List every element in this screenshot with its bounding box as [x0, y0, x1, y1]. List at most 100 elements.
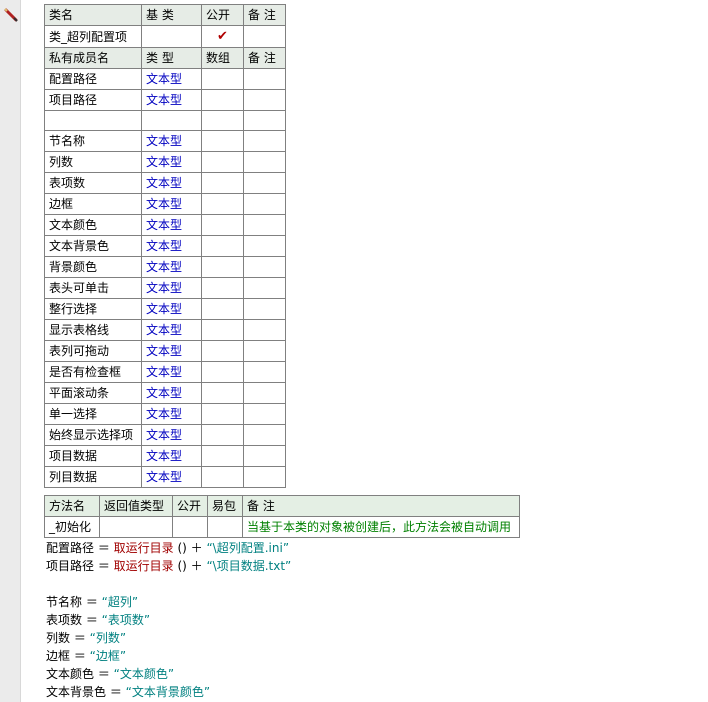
- member-note-cell[interactable]: [243, 403, 286, 425]
- code-line[interactable]: 文本背景色 ＝ “文本背景颜色”: [46, 683, 291, 701]
- member-array-cell[interactable]: [201, 424, 244, 446]
- member-name-cell[interactable]: 文本背景色: [44, 235, 142, 257]
- member-note-cell[interactable]: [243, 89, 286, 111]
- member-type-cell[interactable]: 文本型: [141, 340, 202, 362]
- member-array-cell[interactable]: [201, 193, 244, 215]
- member-note-cell[interactable]: [243, 172, 286, 194]
- member-type-cell[interactable]: 文本型: [141, 68, 202, 90]
- member-array-cell[interactable]: [201, 235, 244, 257]
- member-note-cell[interactable]: [243, 193, 286, 215]
- member-array-cell[interactable]: [201, 319, 244, 341]
- member-array-cell[interactable]: [201, 256, 244, 278]
- member-note-cell[interactable]: [243, 68, 286, 90]
- member-array-cell[interactable]: [201, 382, 244, 404]
- member-name-cell[interactable]: 列数: [44, 151, 142, 173]
- member-array-cell[interactable]: [201, 445, 244, 467]
- member-note-cell[interactable]: [243, 319, 286, 341]
- member-note-cell[interactable]: [243, 130, 286, 152]
- code-line[interactable]: 节名称 ＝ “超列”: [46, 593, 291, 611]
- member-array-cell[interactable]: [201, 298, 244, 320]
- member-array-cell[interactable]: [201, 151, 244, 173]
- member-array-cell[interactable]: [201, 68, 244, 90]
- member-type-cell[interactable]: 文本型: [141, 172, 202, 194]
- method-easy-pkg-cell[interactable]: [207, 516, 243, 538]
- member-name-cell[interactable]: 整行选择: [44, 298, 142, 320]
- member-array-cell[interactable]: [201, 361, 244, 383]
- method-return-cell[interactable]: [99, 516, 173, 538]
- member-type-cell[interactable]: 文本型: [141, 403, 202, 425]
- member-note-cell[interactable]: [243, 445, 286, 467]
- member-type-cell[interactable]: 文本型: [141, 256, 202, 278]
- member-note-cell[interactable]: [243, 256, 286, 278]
- member-name-cell[interactable]: [44, 110, 142, 131]
- method-name-cell[interactable]: _初始化: [44, 516, 100, 538]
- code-line[interactable]: 表项数 ＝ “表项数”: [46, 611, 291, 629]
- member-type-cell[interactable]: 文本型: [141, 445, 202, 467]
- member-note-cell[interactable]: [243, 235, 286, 257]
- class-name-cell[interactable]: 类_超列配置项: [44, 25, 142, 48]
- member-type-cell[interactable]: 文本型: [141, 193, 202, 215]
- member-name-cell[interactable]: 列目数据: [44, 466, 142, 488]
- member-array-cell[interactable]: [201, 403, 244, 425]
- member-name-cell[interactable]: 配置路径: [44, 68, 142, 90]
- member-name-cell[interactable]: 平面滚动条: [44, 382, 142, 404]
- member-note-cell[interactable]: [243, 214, 286, 236]
- member-type-cell[interactable]: 文本型: [141, 466, 202, 488]
- member-type-cell[interactable]: 文本型: [141, 277, 202, 299]
- member-row: 是否有检查框 文本型: [44, 361, 286, 383]
- method-note-cell[interactable]: 当基于本类的对象被创建后，此方法会被自动调用: [242, 516, 520, 538]
- member-name-cell[interactable]: 单一选择: [44, 403, 142, 425]
- member-note-cell[interactable]: [243, 340, 286, 362]
- member-name-cell[interactable]: 背景颜色: [44, 256, 142, 278]
- base-class-cell[interactable]: [141, 25, 202, 48]
- member-name-cell[interactable]: 项目数据: [44, 445, 142, 467]
- member-name-cell[interactable]: 节名称: [44, 130, 142, 152]
- member-type-cell[interactable]: 文本型: [141, 130, 202, 152]
- member-type-cell[interactable]: 文本型: [141, 151, 202, 173]
- member-type-cell[interactable]: 文本型: [141, 319, 202, 341]
- member-type-cell[interactable]: 文本型: [141, 235, 202, 257]
- member-array-cell[interactable]: [201, 172, 244, 194]
- member-array-cell[interactable]: [201, 214, 244, 236]
- code-line[interactable]: 列数 ＝ “列数”: [46, 629, 291, 647]
- member-type-cell[interactable]: 文本型: [141, 214, 202, 236]
- member-name-cell[interactable]: 始终显示选择项: [44, 424, 142, 446]
- method-public-cell[interactable]: [172, 516, 208, 538]
- member-note-cell[interactable]: [243, 298, 286, 320]
- code-line[interactable]: 配置路径 ＝ 取运行目录 () ＋ “\超列配置.ini”: [46, 539, 291, 557]
- member-name-cell[interactable]: 项目路径: [44, 89, 142, 111]
- member-type-cell[interactable]: 文本型: [141, 89, 202, 111]
- public-checkbox-cell[interactable]: ✔: [201, 25, 244, 48]
- member-note-cell[interactable]: [243, 424, 286, 446]
- code-line[interactable]: 文本颜色 ＝ “文本颜色”: [46, 665, 291, 683]
- member-name-cell[interactable]: 表列可拖动: [44, 340, 142, 362]
- member-type-cell[interactable]: 文本型: [141, 298, 202, 320]
- member-note-cell[interactable]: [243, 151, 286, 173]
- member-note-cell[interactable]: [243, 382, 286, 404]
- member-array-cell[interactable]: [201, 110, 244, 131]
- member-name-cell[interactable]: 边框: [44, 193, 142, 215]
- member-note-cell[interactable]: [243, 277, 286, 299]
- member-type-cell[interactable]: 文本型: [141, 382, 202, 404]
- member-note-cell[interactable]: [243, 466, 286, 488]
- member-type-cell[interactable]: [141, 110, 202, 131]
- member-name-cell[interactable]: 显示表格线: [44, 319, 142, 341]
- member-name-cell[interactable]: 是否有检查框: [44, 361, 142, 383]
- member-array-cell[interactable]: [201, 277, 244, 299]
- class-note-cell[interactable]: [243, 25, 286, 48]
- member-array-cell[interactable]: [201, 89, 244, 111]
- member-name-cell[interactable]: 表项数: [44, 172, 142, 194]
- member-type-cell[interactable]: 文本型: [141, 361, 202, 383]
- member-note-cell[interactable]: [243, 110, 286, 131]
- code-line[interactable]: 项目路径 ＝ 取运行目录 () ＋ “\项目数据.txt”: [46, 557, 291, 575]
- member-type-cell[interactable]: 文本型: [141, 424, 202, 446]
- code-line[interactable]: 边框 ＝ “边框”: [46, 647, 291, 665]
- code-editor[interactable]: 配置路径 ＝ 取运行目录 () ＋ “\超列配置.ini” 项目路径 ＝ 取运行目…: [46, 539, 291, 701]
- member-array-cell[interactable]: [201, 130, 244, 152]
- member-name-cell[interactable]: 文本颜色: [44, 214, 142, 236]
- code-line[interactable]: [46, 575, 291, 593]
- member-array-cell[interactable]: [201, 340, 244, 362]
- member-array-cell[interactable]: [201, 466, 244, 488]
- member-name-cell[interactable]: 表头可单击: [44, 277, 142, 299]
- member-note-cell[interactable]: [243, 361, 286, 383]
